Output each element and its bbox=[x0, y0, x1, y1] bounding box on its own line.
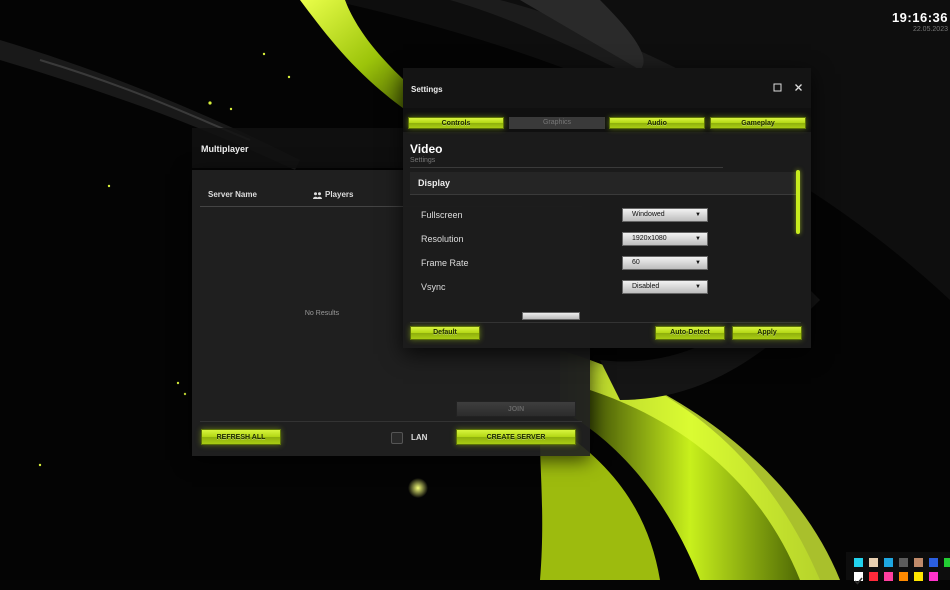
palette-swatch[interactable] bbox=[914, 558, 923, 567]
column-players[interactable]: Players bbox=[313, 190, 353, 199]
create-server-button[interactable]: CREATE SERVER bbox=[456, 429, 576, 445]
fullscreen-select[interactable]: Windowed ▼ bbox=[622, 208, 708, 222]
display-group-title: Display bbox=[418, 178, 451, 188]
settings-window: Settings Controls Graphics Audio Gamepla… bbox=[403, 68, 811, 348]
section-divider bbox=[410, 167, 723, 168]
chevron-down-icon: ▼ bbox=[695, 284, 701, 290]
clock-date: 22.05.2023 bbox=[912, 26, 948, 33]
players-icon bbox=[313, 192, 322, 199]
settings-title: Settings bbox=[411, 85, 443, 94]
vsync-value: Disabled bbox=[632, 283, 660, 290]
join-button[interactable]: JOIN bbox=[456, 401, 576, 417]
maximize-icon[interactable] bbox=[771, 83, 783, 95]
checkmark-icon bbox=[854, 577, 863, 585]
tab-graphics[interactable]: Graphics bbox=[509, 117, 605, 129]
tab-gameplay[interactable]: Gameplay bbox=[710, 117, 806, 129]
color-palette bbox=[846, 552, 950, 585]
system-clock: 19:16:36 22.05.2023 bbox=[892, 10, 948, 33]
chevron-down-icon: ▼ bbox=[695, 260, 701, 266]
lan-label: LAN bbox=[411, 433, 428, 442]
tab-audio[interactable]: Audio bbox=[609, 117, 705, 129]
palette-swatch[interactable] bbox=[884, 558, 893, 567]
lan-checkbox[interactable] bbox=[391, 432, 403, 444]
apply-button[interactable]: Apply bbox=[732, 326, 802, 340]
refresh-all-button[interactable]: REFRESH ALL bbox=[201, 429, 281, 445]
chevron-down-icon: ▼ bbox=[695, 212, 701, 218]
settings-titlebar[interactable]: Settings bbox=[403, 68, 811, 108]
palette-swatch[interactable] bbox=[929, 558, 938, 567]
section-subtitle: Settings bbox=[410, 157, 436, 164]
partially-visible-select[interactable] bbox=[522, 312, 580, 320]
frame-rate-value: 60 bbox=[632, 259, 640, 266]
settings-tabbar: Controls Graphics Audio Gameplay bbox=[403, 108, 811, 132]
column-players-label: Players bbox=[325, 190, 354, 199]
settings-scrollbar[interactable] bbox=[796, 170, 800, 234]
vsync-label: Vsync bbox=[421, 282, 446, 292]
resolution-label: Resolution bbox=[421, 234, 464, 244]
display-group-header: Display bbox=[410, 172, 797, 195]
resolution-select[interactable]: 1920x1080 ▼ bbox=[622, 232, 708, 246]
palette-swatch[interactable] bbox=[944, 558, 950, 567]
resolution-value: 1920x1080 bbox=[632, 235, 667, 242]
fullscreen-label: Fullscreen bbox=[421, 210, 463, 220]
close-icon[interactable] bbox=[792, 83, 804, 95]
multiplayer-title: Multiplayer bbox=[201, 144, 249, 154]
settings-footer-divider bbox=[410, 322, 801, 323]
default-button[interactable]: Default bbox=[410, 326, 480, 340]
footer-divider bbox=[200, 421, 582, 422]
palette-swatch[interactable] bbox=[854, 558, 863, 567]
auto-detect-button[interactable]: Auto-Detect bbox=[655, 326, 725, 340]
fullscreen-value: Windowed bbox=[632, 211, 665, 218]
palette-swatch[interactable] bbox=[899, 558, 908, 567]
frame-rate-label: Frame Rate bbox=[421, 258, 469, 268]
tab-controls[interactable]: Controls bbox=[408, 117, 504, 129]
frame-rate-select[interactable]: 60 ▼ bbox=[622, 256, 708, 270]
palette-swatch[interactable] bbox=[869, 558, 878, 567]
chevron-down-icon: ▼ bbox=[695, 236, 701, 242]
vsync-select[interactable]: Disabled ▼ bbox=[622, 280, 708, 294]
multiplayer-titlebar[interactable]: Multiplayer bbox=[192, 128, 432, 168]
section-title: Video bbox=[410, 142, 443, 156]
column-server-name[interactable]: Server Name bbox=[208, 190, 257, 199]
clock-time: 19:16:36 bbox=[891, 10, 948, 25]
settings-content: Video Settings Display Fullscreen Window… bbox=[403, 132, 811, 322]
